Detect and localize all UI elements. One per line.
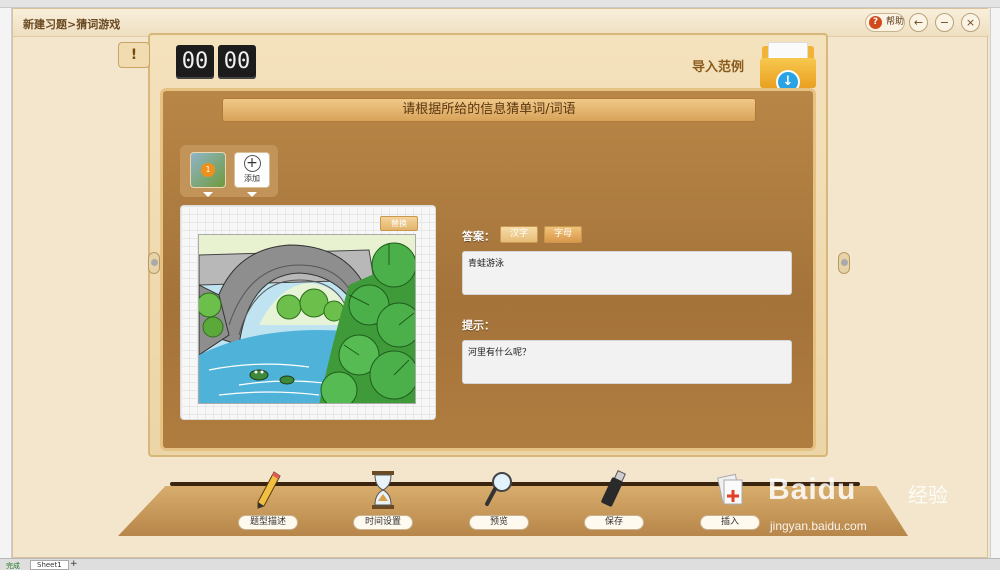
arrow-left-icon: ←: [913, 16, 924, 29]
tool-insert-label: 插入: [700, 515, 760, 530]
left-knob: [148, 252, 160, 274]
import-folder-button[interactable]: ↓: [760, 40, 816, 94]
tab-hanzi[interactable]: 汉字: [500, 226, 538, 243]
add-pointer: [247, 192, 257, 197]
sheet-tab[interactable]: Sheet1: [30, 560, 69, 570]
watermark-brand: Baidu: [768, 473, 857, 506]
spreadsheet-status: 完成: [6, 562, 20, 570]
watermark-url: jingyan.baidu.com: [770, 519, 867, 533]
hint-label: 提示：: [462, 319, 495, 332]
tool-preview[interactable]: 预览: [469, 470, 529, 532]
minus-icon: −: [939, 16, 950, 29]
close-icon: ×: [965, 16, 976, 29]
tool-time-settings-label: 时间设置: [353, 515, 413, 530]
close-button[interactable]: ×: [961, 13, 980, 32]
thumbnail-pointer: [203, 192, 213, 197]
tool-insert[interactable]: 插入: [700, 470, 760, 532]
prompt-banner: 请根据所给的信息猜单词/词语: [222, 98, 756, 122]
tool-time-settings[interactable]: 时间设置: [353, 470, 413, 532]
spreadsheet-status-bar: 完成 Sheet1 +: [0, 558, 1000, 570]
magnifier-icon: [485, 472, 512, 506]
baidu-watermark: Baidu 经验 jingyan.baidu.com: [760, 465, 960, 535]
answer-label: 答案：: [462, 230, 495, 243]
back-button[interactable]: ←: [909, 13, 928, 32]
add-label: 添加: [244, 174, 260, 183]
folder-front: ↓: [760, 58, 816, 94]
pencil-icon: [257, 471, 281, 509]
image-thumbnail[interactable]: 1: [190, 152, 226, 188]
thumbnail-number: 1: [201, 163, 215, 177]
tool-preview-label: 预览: [469, 515, 529, 530]
tab-zimu[interactable]: 字母: [544, 226, 582, 243]
add-sheet-button[interactable]: +: [70, 559, 78, 569]
insert-icon: [717, 473, 743, 505]
notice-icon[interactable]: !: [118, 42, 150, 68]
bridge-river-illustration: [199, 235, 415, 403]
answer-input[interactable]: 青蛙游泳: [462, 251, 792, 295]
import-example-label[interactable]: 导入范例: [692, 56, 744, 75]
window-title: 新建习题>猜词游戏: [23, 18, 121, 31]
hourglass-icon: [372, 471, 394, 509]
help-button[interactable]: ? 帮助: [865, 13, 905, 32]
right-knob: [838, 252, 850, 274]
help-label: 帮助: [886, 17, 905, 27]
spreadsheet-left-column: [0, 8, 12, 560]
help-icon: ?: [869, 16, 882, 29]
timer-seconds: 00: [218, 45, 256, 79]
tool-save[interactable]: 保存: [584, 470, 644, 532]
add-image-button[interactable]: + 添加: [234, 152, 270, 188]
minimize-button[interactable]: −: [935, 13, 954, 32]
usb-drive-icon: [601, 470, 626, 507]
question-image: [198, 234, 416, 404]
spreadsheet-toolbar: [0, 0, 1000, 8]
tool-description-label: 题型描述: [238, 515, 298, 530]
hint-input[interactable]: 河里有什么呢？: [462, 340, 792, 384]
tool-save-label: 保存: [584, 515, 644, 530]
replace-image-button[interactable]: 替换: [380, 216, 418, 231]
watermark-suffix: 经验: [908, 483, 948, 507]
timer-minutes: 00: [176, 45, 214, 79]
spreadsheet-right-column: [990, 8, 1000, 560]
tool-description[interactable]: 题型描述: [238, 470, 298, 532]
plus-icon: +: [243, 155, 261, 172]
